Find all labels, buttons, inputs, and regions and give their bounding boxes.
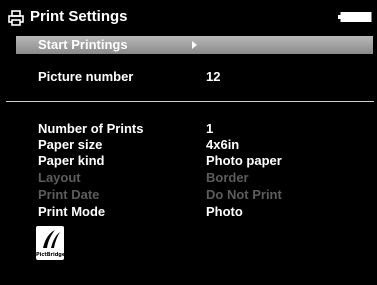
setting-value: Do Not Print bbox=[206, 187, 282, 202]
setting-label: Paper kind bbox=[38, 153, 105, 168]
setting-label: Print Date bbox=[38, 187, 100, 202]
picture-number-label: Picture number bbox=[38, 69, 134, 84]
pictbridge-logo: PictBridge bbox=[36, 226, 66, 260]
setting-value: Photo paper bbox=[206, 153, 282, 168]
picture-number-value: 12 bbox=[206, 69, 221, 84]
start-printing-label: Start Printings bbox=[38, 37, 128, 52]
setting-label: Number of Prints bbox=[38, 121, 144, 136]
start-printing-button[interactable]: Start Printings bbox=[16, 36, 373, 54]
setting-value: Photo bbox=[206, 204, 243, 219]
setting-label: Paper size bbox=[38, 137, 103, 152]
setting-label: Print Mode bbox=[38, 204, 106, 219]
printer-icon bbox=[8, 10, 24, 26]
divider bbox=[6, 101, 374, 102]
pictbridge-icon bbox=[43, 230, 60, 248]
title-bar: Print Settings bbox=[0, 0, 377, 36]
pictbridge-text: PictBridge bbox=[36, 252, 66, 258]
battery-icon bbox=[338, 12, 372, 22]
page-title: Print Settings bbox=[30, 8, 128, 25]
setting-value: 1 bbox=[206, 121, 214, 136]
arrow-right-icon bbox=[192, 41, 197, 49]
setting-value: 4x6in bbox=[206, 137, 240, 152]
setting-label: Layout bbox=[38, 170, 81, 185]
setting-value: Border bbox=[206, 170, 249, 185]
